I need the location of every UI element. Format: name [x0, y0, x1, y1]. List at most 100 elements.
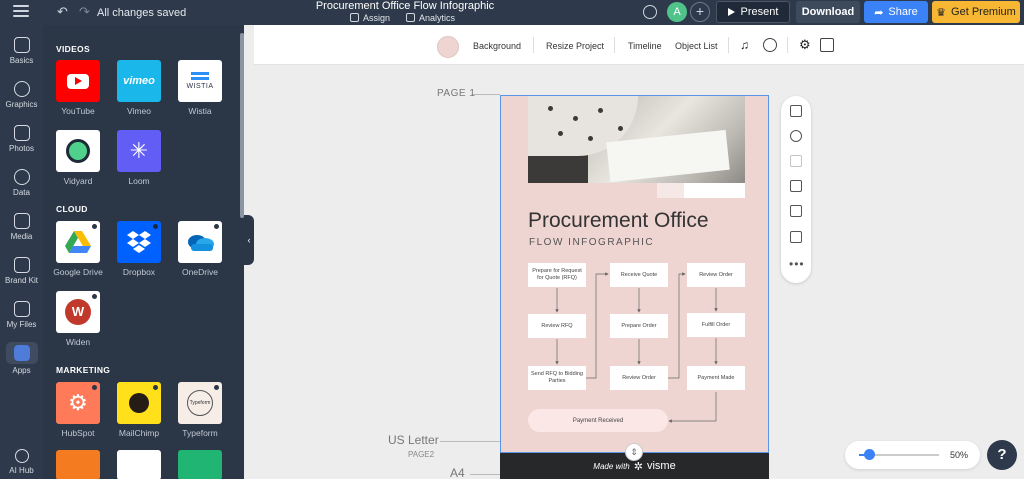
hubspot-tile: ⚙	[56, 382, 100, 424]
flow-step[interactable]: Review RFQ	[528, 314, 586, 338]
rail-item-brand-kit[interactable]: Brand Kit	[0, 257, 43, 285]
sparkle-icon	[14, 449, 29, 463]
rail-item-media[interactable]: Media	[0, 213, 43, 241]
analytics-label: Analytics	[419, 13, 456, 23]
rail-item-photos[interactable]: Photos	[0, 125, 43, 153]
help-button[interactable]: ?	[987, 440, 1017, 470]
rail-label: Brand Kit	[5, 276, 38, 285]
flow-step[interactable]: Review Order	[610, 366, 668, 390]
background-button[interactable]: Background	[473, 41, 521, 51]
avatar[interactable]: A	[667, 2, 687, 22]
rail-item-basics[interactable]: Basics	[0, 37, 43, 65]
comments-icon[interactable]	[643, 5, 657, 19]
zoom-slider-handle[interactable]	[863, 449, 875, 460]
app-hubspot[interactable]: ⚙ HubSpot	[56, 382, 100, 438]
page-size-label[interactable]: US Letter	[388, 433, 439, 447]
rail-item-data[interactable]: Data	[0, 169, 43, 197]
onedrive-tile	[178, 221, 222, 263]
app-label: Loom	[128, 176, 150, 186]
present-button[interactable]: Present	[716, 1, 790, 23]
shapes-icon	[13, 81, 30, 97]
flow-step[interactable]: Payment Made	[687, 366, 745, 390]
app-widen[interactable]: W Widen	[56, 291, 100, 347]
wistia-tile: WISTIA	[178, 60, 222, 102]
app-vimeo[interactable]: vimeo Vimeo	[117, 60, 161, 116]
app-label: MailChimp	[118, 428, 160, 438]
status-dot	[153, 224, 158, 229]
share-button[interactable]: ➦ Share	[864, 1, 928, 23]
move-up-icon[interactable]	[790, 155, 802, 167]
rail-label: Graphics	[5, 100, 38, 109]
collapse-panel-button[interactable]: ‹	[244, 215, 254, 265]
crown-icon: ♛	[936, 6, 947, 19]
flow-final-step[interactable]: Payment Received	[528, 409, 668, 432]
flow-step[interactable]: Prepare for Request for Quote (RFQ)	[528, 263, 586, 287]
page-resize-handle[interactable]: ⇕	[625, 443, 643, 461]
more-icon[interactable]: •••	[789, 257, 805, 271]
flow-step[interactable]: Fulfill Order	[687, 313, 745, 337]
add-collaborator-button[interactable]: +	[690, 2, 710, 22]
page-1-label[interactable]: PAGE 1	[437, 88, 475, 99]
app-mailchimp[interactable]: MailChimp	[117, 382, 161, 438]
app-typeform[interactable]: Typeform Typeform	[178, 382, 222, 438]
background-color-swatch[interactable]	[437, 36, 459, 58]
resize-project-button[interactable]: Resize Project	[546, 41, 604, 51]
flow-step[interactable]: Send RFQ to Bidding Parties	[528, 366, 586, 390]
app-google-drive[interactable]: Google Drive	[53, 221, 103, 277]
timeline-button[interactable]: Timeline	[628, 41, 662, 51]
hide-icon[interactable]	[790, 130, 802, 142]
status-dot	[214, 224, 219, 229]
get-premium-button[interactable]: ♛ Get Premium	[932, 1, 1020, 23]
app-vidyard[interactable]: Vidyard	[56, 130, 100, 186]
visme-logo-icon: ✲	[633, 460, 643, 473]
flow-step[interactable]: Prepare Order	[610, 314, 668, 338]
zoom-level[interactable]: 50%	[950, 450, 968, 460]
duplicate-icon[interactable]	[790, 205, 802, 217]
rail-label: AI Hub	[9, 466, 34, 475]
download-button[interactable]: Download	[796, 1, 860, 23]
add-page-icon[interactable]	[790, 105, 802, 117]
analytics-link[interactable]: Analytics	[406, 13, 455, 23]
search-preview-icon[interactable]	[820, 38, 834, 52]
app-tile-partial[interactable]	[178, 450, 222, 479]
app-youtube[interactable]: YouTube	[56, 60, 100, 116]
rail-item-graphics[interactable]: Graphics	[0, 81, 43, 109]
rail-item-ai-hub[interactable]: AI Hub	[0, 449, 43, 475]
rail-item-apps[interactable]: Apps	[0, 342, 43, 375]
flow-step[interactable]: Review Order	[687, 263, 745, 287]
title-actions: Assign Analytics	[350, 13, 455, 23]
play-icon	[727, 8, 735, 16]
typeform-tile: Typeform	[178, 382, 222, 424]
flow-step[interactable]: Receive Quote	[610, 263, 668, 287]
move-down-icon[interactable]	[790, 180, 802, 192]
rail-label: Basics	[9, 56, 34, 65]
widen-icon: W	[65, 299, 91, 325]
section-marketing: MARKETING	[56, 365, 111, 375]
app-wistia[interactable]: WISTIA Wistia	[178, 60, 222, 116]
page-2-label[interactable]: PAGE2	[408, 450, 434, 459]
divider	[614, 37, 615, 53]
panel-scrollbar[interactable]	[240, 33, 244, 218]
a4-label[interactable]: A4	[450, 466, 465, 479]
assign-link[interactable]: Assign	[350, 13, 390, 23]
divider	[533, 37, 534, 53]
alarm-icon[interactable]	[763, 38, 777, 52]
gear-icon[interactable]: ⚙	[799, 38, 813, 52]
app-loom[interactable]: ✳ Loom	[117, 130, 161, 186]
music-icon[interactable]: ♫	[740, 38, 754, 52]
trash-icon[interactable]	[790, 231, 802, 243]
app-onedrive[interactable]: OneDrive	[178, 221, 222, 277]
infographic-page[interactable]: Procurement Office FLOW INFOGRAPHIC Prep…	[500, 95, 769, 453]
app-tile-partial[interactable]	[56, 450, 100, 479]
app-label: Wistia	[188, 106, 212, 116]
app-label: Dropbox	[122, 267, 156, 277]
rail-item-my-files[interactable]: My Files	[0, 301, 43, 329]
brand-label: visme	[646, 460, 676, 472]
vimeo-icon: vimeo	[123, 75, 155, 87]
object-list-button[interactable]: Object List	[675, 41, 718, 51]
app-tile-partial[interactable]	[117, 450, 161, 479]
page-label-line	[440, 441, 500, 442]
google-drive-icon	[65, 231, 91, 253]
project-title[interactable]: Procurement Office Flow Infographic	[0, 0, 810, 12]
app-dropbox[interactable]: Dropbox	[117, 221, 161, 277]
